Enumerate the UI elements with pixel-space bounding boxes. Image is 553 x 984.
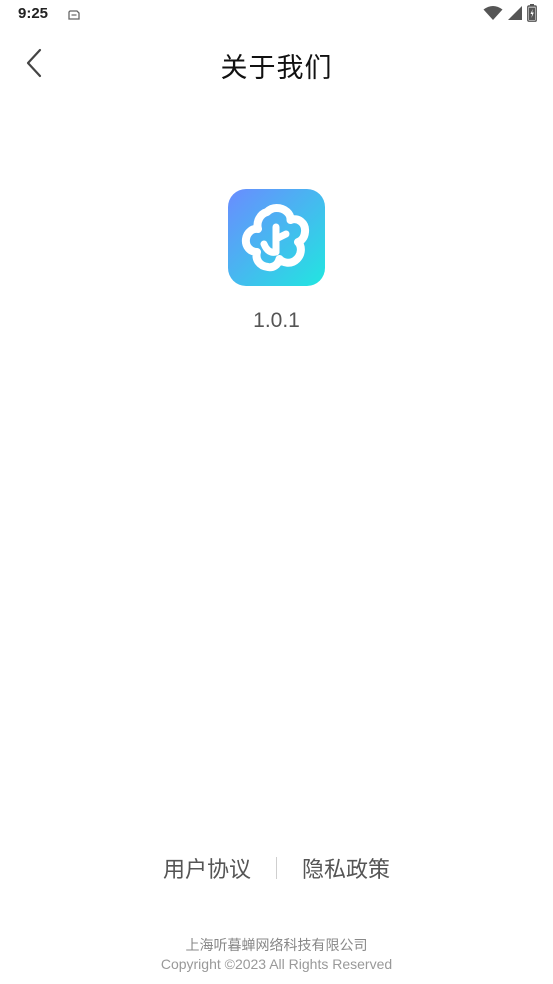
app-version: 1.0.1 (253, 309, 300, 332)
status-icons (483, 4, 537, 26)
page-title: 关于我们 (220, 53, 333, 84)
cellular-signal-icon (507, 5, 523, 25)
status-bar: 9:25 (0, 0, 553, 32)
link-divider (276, 857, 277, 879)
user-agreement-link[interactable]: 用户协议 (161, 852, 253, 884)
app-logo-icon (228, 189, 325, 286)
notification-icon (67, 7, 81, 21)
company-name: 上海听暮蝉网络科技有限公司 (185, 938, 368, 954)
wifi-icon (483, 5, 503, 25)
copyright-text: Copyright ©2023 All Rights Reserved (160, 956, 393, 972)
battery-icon (527, 4, 537, 26)
status-time: 9:25 (18, 5, 49, 22)
legal-links: 用户协议 隐私政策 (0, 852, 553, 884)
privacy-policy-link[interactable]: 隐私政策 (300, 852, 392, 884)
nav-bar: 关于我们 (0, 32, 553, 98)
